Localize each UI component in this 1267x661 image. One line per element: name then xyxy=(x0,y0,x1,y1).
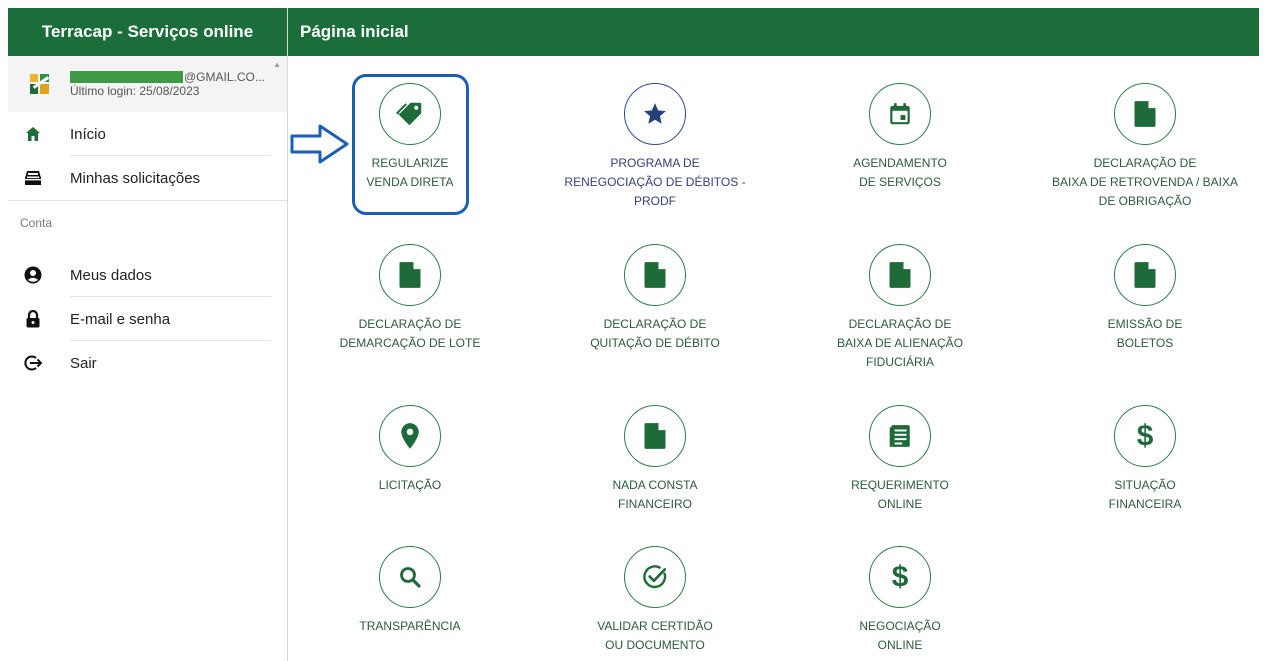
tile-programa-renegociacao[interactable]: PROGRAMA DE RENEGOCIAÇÃO DE DÉBITOS - PR… xyxy=(555,83,755,211)
tile-label: PROGRAMA DE RENEGOCIAÇÃO DE DÉBITOS - PR… xyxy=(564,156,746,208)
tile-transparencia[interactable]: TRANSPARÊNCIA xyxy=(310,546,510,636)
search-icon xyxy=(379,546,441,608)
tile-regularize-venda-direta[interactable]: REGULARIZE VENDA DIRETA xyxy=(310,83,510,192)
lock-icon xyxy=(22,310,44,328)
tile-label: DECLARAÇÃO DE QUITAÇÃO DE DÉBITO xyxy=(590,317,720,350)
check-circle-icon xyxy=(624,546,686,608)
user-email: @GMAIL.CO... xyxy=(70,70,265,84)
svg-text:$: $ xyxy=(1137,420,1154,452)
tile-label: DECLARAÇÃO DE BAIXA DE RETROVENDA / BAIX… xyxy=(1051,156,1239,208)
file-icon xyxy=(624,244,686,306)
tile-label: VALIDAR CERTIDÃO OU DOCUMENTO xyxy=(597,619,713,652)
sidebar-item-inicio[interactable]: Início xyxy=(8,112,287,156)
sidebar-item-label: Sair xyxy=(70,354,97,372)
terracap-logo-icon xyxy=(28,72,52,96)
file-icon xyxy=(624,405,686,467)
tile-licitacao[interactable]: LICITAÇÃO xyxy=(310,405,510,495)
tile-nada-consta-financeiro[interactable]: NADA CONSTA FINANCEIRO xyxy=(555,405,755,514)
file-icon xyxy=(379,244,441,306)
tile-label: NADA CONSTA FINANCEIRO xyxy=(612,478,698,511)
tile-emissao-boletos[interactable]: EMISSÃO DE BOLETOS xyxy=(1045,244,1245,353)
tile-declaracao-baixa-retrovenda[interactable]: DECLARAÇÃO DE BAIXA DE RETROVENDA / BAIX… xyxy=(1045,83,1245,211)
user-icon xyxy=(22,266,44,284)
home-icon xyxy=(22,126,44,142)
sidebar-item-minhas-solicitacoes[interactable]: Minhas solicitações xyxy=(8,156,287,200)
last-login: Último login: 25/08/2023 xyxy=(70,84,200,98)
tile-label: LICITAÇÃO xyxy=(378,478,442,492)
tile-declaracao-quitacao-debito[interactable]: DECLARAÇÃO DE QUITAÇÃO DE DÉBITO xyxy=(555,244,755,353)
dollar-icon: $ xyxy=(869,546,931,608)
file-icon xyxy=(1114,244,1176,306)
sidebar-item-label: Meus dados xyxy=(70,266,152,284)
tag-icon xyxy=(379,83,441,145)
user-panel: @GMAIL.CO... Último login: 25/08/2023 ▲ xyxy=(8,56,287,112)
dollar-icon: $ xyxy=(1114,405,1176,467)
sidebar-item-email-senha[interactable]: E-mail e senha xyxy=(8,297,287,341)
sidebar-item-meus-dados[interactable]: Meus dados xyxy=(8,253,287,297)
sidebar-item-label: Minhas solicitações xyxy=(70,169,201,187)
tile-requerimento-online[interactable]: REQUERIMENTO ONLINE xyxy=(800,405,1000,514)
tile-agendamento-servicos[interactable]: AGENDAMENTO DE SERVIÇOS xyxy=(800,83,1000,192)
tile-label: DECLARAÇÃO DE BAIXA DE ALIENAÇÃO FIDUCIÁ… xyxy=(836,317,964,369)
logout-icon xyxy=(22,354,44,372)
redacted-email-mask xyxy=(70,71,183,83)
tile-declaracao-baixa-alienacao[interactable]: DECLARAÇÃO DE BAIXA DE ALIENAÇÃO FIDUCIÁ… xyxy=(800,244,1000,372)
file-icon xyxy=(1114,83,1176,145)
tile-label: REQUERIMENTO ONLINE xyxy=(851,478,949,511)
tile-label: SITUAÇÃO FINANCEIRA xyxy=(1108,478,1182,511)
location-pin-icon xyxy=(379,405,441,467)
sidebar-item-sair[interactable]: Sair xyxy=(8,341,287,385)
app-root: Terracap - Serviços online @GMAIL.CO... … xyxy=(0,0,1267,661)
tile-label: AGENDAMENTO DE SERVIÇOS xyxy=(853,156,947,189)
sidebar-title: Terracap - Serviços online xyxy=(8,8,287,56)
tile-validar-certidao[interactable]: VALIDAR CERTIDÃO OU DOCUMENTO xyxy=(555,546,755,655)
sidebar-item-label: E-mail e senha xyxy=(70,310,171,328)
tile-label: REGULARIZE VENDA DIRETA xyxy=(366,156,454,189)
tile-label: TRANSPARÊNCIA xyxy=(359,619,461,633)
tile-negociacao-online[interactable]: $ NEGOCIAÇÃO ONLINE xyxy=(800,546,1000,655)
tile-label: NEGOCIAÇÃO ONLINE xyxy=(859,619,941,652)
document-list-icon xyxy=(869,405,931,467)
star-icon xyxy=(624,83,686,145)
sidebar-item-label: Início xyxy=(70,125,106,143)
user-email-suffix: @GMAIL.CO... xyxy=(184,70,265,84)
file-icon xyxy=(869,244,931,306)
sidebar: Terracap - Serviços online @GMAIL.CO... … xyxy=(8,8,288,661)
tile-label: DECLARAÇÃO DE DEMARCAÇÃO DE LOTE xyxy=(339,317,481,350)
svg-text:$: $ xyxy=(892,561,909,593)
page-title: Página inicial xyxy=(288,8,1259,56)
inbox-icon xyxy=(22,170,44,186)
scroll-up-icon[interactable]: ▲ xyxy=(273,60,281,69)
calendar-icon xyxy=(869,83,931,145)
tile-situacao-financeira[interactable]: $ SITUAÇÃO FINANCEIRA xyxy=(1045,405,1245,514)
section-label-conta: Conta xyxy=(20,216,53,230)
tile-declaracao-demarcacao-lote[interactable]: DECLARAÇÃO DE DEMARCAÇÃO DE LOTE xyxy=(310,244,510,353)
tile-label: EMISSÃO DE BOLETOS xyxy=(1107,317,1183,350)
